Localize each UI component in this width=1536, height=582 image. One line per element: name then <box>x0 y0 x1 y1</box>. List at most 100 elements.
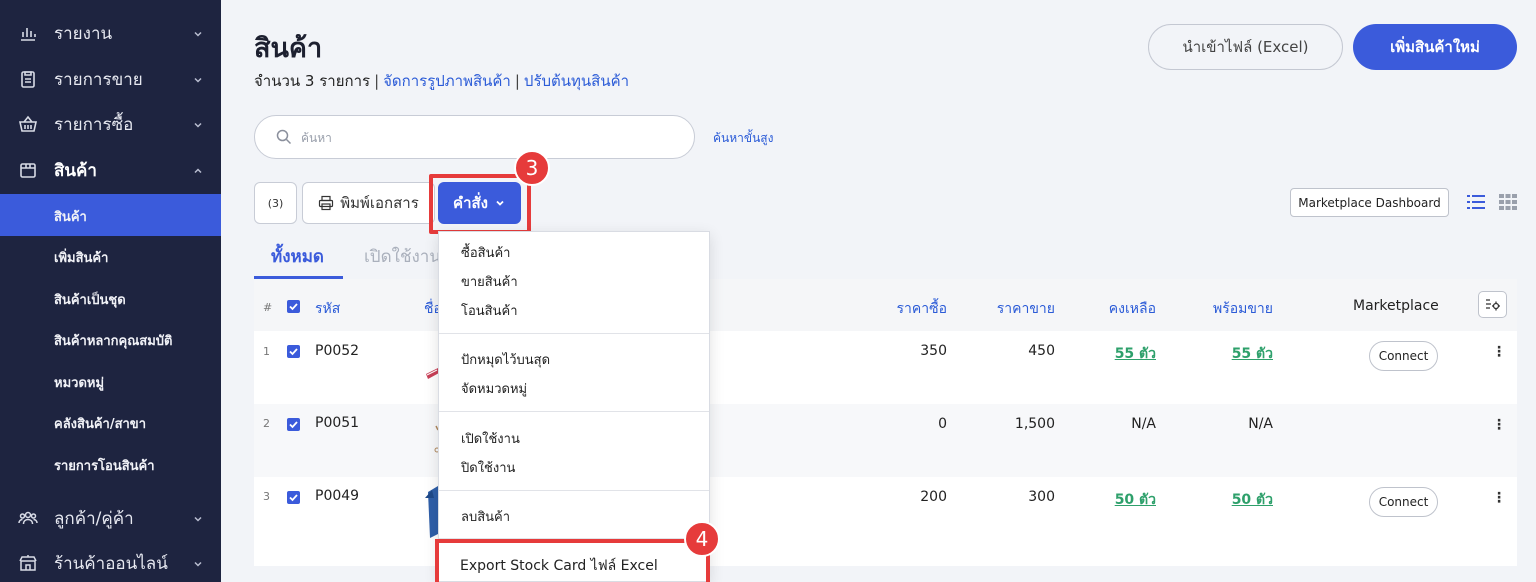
sidebar-item-label: รายการขาย <box>54 69 143 90</box>
step-badge-3: 3 <box>514 150 550 186</box>
row-code[interactable]: P0051 <box>315 415 359 431</box>
row-checkbox[interactable] <box>287 418 300 431</box>
row-index: 1 <box>263 345 270 358</box>
col-header-buy-price[interactable]: ราคาซื้อ <box>847 298 947 320</box>
sidebar-subitem-label: สินค้า <box>54 210 87 225</box>
sidebar-subitem-bundles[interactable]: สินค้าเป็นชุด <box>0 277 221 319</box>
step-badge-4: 4 <box>684 521 720 557</box>
search-box <box>254 115 695 159</box>
command-dropdown-menu: ซื้อสินค้า ขายสินค้า โอนสินค้า ปักหมุดไว… <box>438 231 710 582</box>
sidebar-subitem-label: คลังสินค้า/สาขา <box>54 417 146 432</box>
search-input[interactable] <box>301 127 661 149</box>
sidebar-subitem-transfers[interactable]: รายการโอนสินค้า <box>0 443 221 485</box>
row-buy-price: 350 <box>920 343 947 359</box>
people-icon <box>18 508 38 528</box>
product-count: จำนวน 3 รายการ <box>254 72 371 90</box>
select-all-checkbox[interactable] <box>287 300 300 313</box>
import-excel-button[interactable]: นำเข้าไฟล์ (Excel) <box>1148 24 1343 70</box>
sidebar-item-reports[interactable]: รายงาน <box>0 11 221 55</box>
connect-button[interactable]: Connect <box>1369 341 1438 371</box>
menu-item-sell-product[interactable]: ขายสินค้า <box>461 271 518 292</box>
printer-icon <box>319 195 334 211</box>
sidebar-subitem-variants[interactable]: สินค้าหลากคุณสมบัติ <box>0 318 221 360</box>
menu-item-enable[interactable]: เปิดใช้งาน <box>461 428 520 449</box>
sidebar-item-sales[interactable]: รายการขาย <box>0 57 221 101</box>
row-ready-link[interactable]: 55 ตัว <box>1173 343 1273 365</box>
menu-divider <box>439 333 709 334</box>
col-header-ready[interactable]: พร้อมขาย <box>1173 298 1273 320</box>
sidebar-item-customers[interactable]: ลูกค้า/คู่ค้า <box>0 496 221 540</box>
menu-item-categorize[interactable]: จัดหมวดหมู่ <box>461 378 527 399</box>
search-icon <box>275 128 293 146</box>
menu-item-export-stock-card[interactable]: Export Stock Card ไฟล์ Excel <box>460 555 658 577</box>
row-code[interactable]: P0049 <box>315 488 359 504</box>
clipboard-icon <box>18 69 38 89</box>
row-sell-price: 450 <box>1028 343 1055 359</box>
manage-images-link[interactable]: จัดการรูปภาพสินค้า <box>383 72 511 90</box>
col-header-remaining[interactable]: คงเหลือ <box>1056 298 1156 320</box>
sidebar-subitem-products[interactable]: สินค้า <box>0 194 221 236</box>
row-index: 3 <box>263 490 270 503</box>
page-subtitle: จำนวน 3 รายการ | จัดการรูปภาพสินค้า | ปรับต้… <box>254 72 630 90</box>
grid-view-icon[interactable] <box>1499 194 1517 210</box>
row-ready-link[interactable]: 50 ตัว <box>1173 489 1273 511</box>
selected-count-button[interactable]: (3) <box>254 182 297 224</box>
col-header-index: # <box>263 301 273 314</box>
column-settings-button[interactable] <box>1478 291 1507 318</box>
col-header-sell-price[interactable]: ราคาขาย <box>955 298 1055 320</box>
sidebar-item-label: สินค้า <box>54 160 97 181</box>
tab-active[interactable]: เปิดใช้งาน <box>364 243 441 270</box>
sidebar-subitem-label: สินค้าหลากคุณสมบัติ <box>54 334 173 349</box>
menu-divider <box>439 411 709 412</box>
sidebar-subitem-label: รายการโอนสินค้า <box>54 459 155 474</box>
box-icon <box>18 160 38 180</box>
menu-item-delete-product[interactable]: ลบสินค้า <box>461 506 510 527</box>
chevron-down-icon <box>192 71 204 83</box>
chart-icon <box>18 23 38 43</box>
highlight-box-command <box>429 174 531 234</box>
row-menu-icon[interactable]: ⋮ <box>1492 345 1506 359</box>
menu-item-purchase-product[interactable]: ซื้อสินค้า <box>461 242 510 263</box>
row-menu-icon[interactable]: ⋮ <box>1492 491 1506 505</box>
print-documents-button[interactable]: พิมพ์เอกสาร <box>302 182 435 224</box>
row-checkbox[interactable] <box>287 345 300 358</box>
adjust-cost-link[interactable]: ปรับต้นทุนสินค้า <box>524 72 629 90</box>
sidebar-item-purchases[interactable]: รายการซื้อ <box>0 102 221 146</box>
connect-button[interactable]: Connect <box>1369 487 1438 517</box>
sidebar-item-label: รายงาน <box>54 23 113 44</box>
page-title: สินค้า <box>254 33 323 64</box>
menu-item-transfer-product[interactable]: โอนสินค้า <box>461 300 518 321</box>
sidebar-subitem-warehouses[interactable]: คลังสินค้า/สาขา <box>0 401 221 443</box>
row-code[interactable]: P0052 <box>315 343 359 359</box>
row-remaining-link[interactable]: 55 ตัว <box>1056 343 1156 365</box>
sidebar-item-label: รายการซื้อ <box>54 114 134 135</box>
row-buy-price: 0 <box>938 416 947 432</box>
add-product-button[interactable]: เพิ่มสินค้าใหม่ <box>1353 24 1517 70</box>
row-menu-icon[interactable]: ⋮ <box>1492 418 1506 432</box>
chevron-up-icon <box>192 162 204 174</box>
chevron-down-icon <box>192 25 204 37</box>
menu-item-disable[interactable]: ปิดใช้งาน <box>461 457 515 478</box>
row-sell-price: 300 <box>1028 489 1055 505</box>
marketplace-dashboard-button[interactable]: Marketplace Dashboard <box>1290 188 1449 217</box>
sidebar-item-label: ร้านค้าออนไลน์ <box>54 553 168 574</box>
sidebar-subitem-add-product[interactable]: เพิ่มสินค้า <box>0 235 221 277</box>
col-header-code[interactable]: รหัส <box>315 298 340 320</box>
menu-divider <box>439 490 709 491</box>
sidebar-item-products[interactable]: สินค้า <box>0 148 221 192</box>
row-remaining: N/A <box>1131 416 1156 432</box>
list-view-icon[interactable] <box>1467 194 1485 210</box>
col-header-marketplace: Marketplace <box>1353 298 1439 314</box>
tab-all[interactable]: ทั้งหมด <box>271 243 324 270</box>
menu-item-pin-top[interactable]: ปักหมุดไว้บนสุด <box>461 349 550 370</box>
row-ready: N/A <box>1248 416 1273 432</box>
row-checkbox[interactable] <box>287 491 300 504</box>
sidebar: รายงาน รายการขาย รายการซื้อ สินค้า สินค้… <box>0 0 221 582</box>
basket-icon <box>18 114 38 134</box>
sidebar-subitem-categories[interactable]: หมวดหมู่ <box>0 360 221 402</box>
sidebar-subitem-label: หมวดหมู่ <box>54 376 105 391</box>
advanced-search-link[interactable]: ค้นหาขั้นสูง <box>713 129 773 148</box>
row-remaining-link[interactable]: 50 ตัว <box>1056 489 1156 511</box>
sidebar-subitem-label: สินค้าเป็นชุด <box>54 293 126 308</box>
sidebar-item-online-store[interactable]: ร้านค้าออนไลน์ <box>0 541 221 582</box>
